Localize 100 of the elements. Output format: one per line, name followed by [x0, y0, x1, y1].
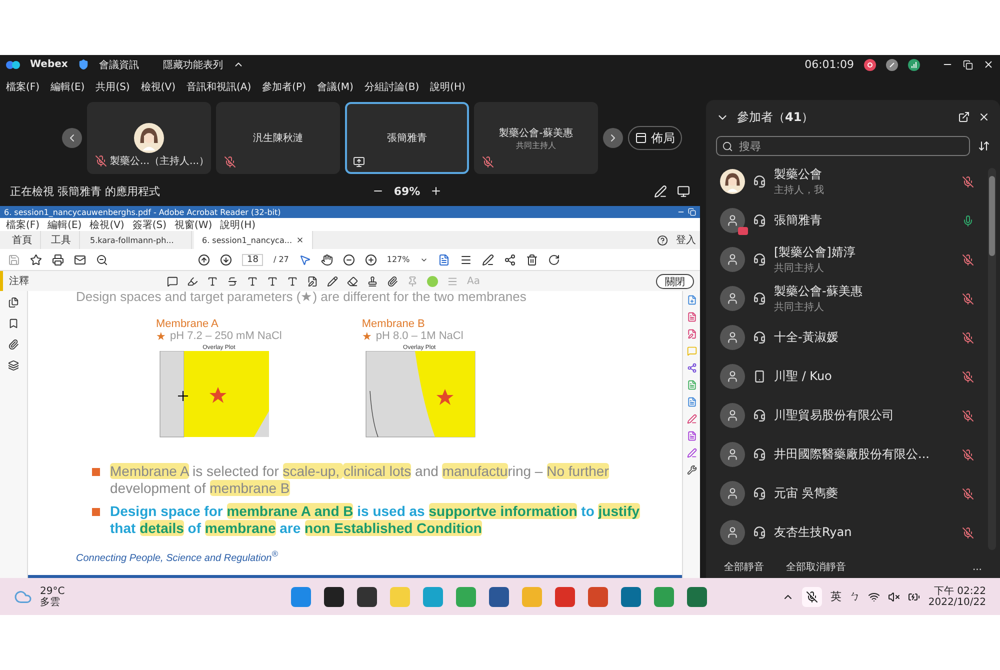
participant-row[interactable]: 井田國際醫藥廠股份有限公...	[706, 435, 988, 474]
close-button[interactable]: 關閉	[656, 274, 694, 288]
pop-out-icon[interactable]	[958, 111, 970, 123]
tool-icon[interactable]	[686, 295, 696, 305]
clock-date[interactable]: 2022/10/22	[928, 596, 986, 608]
menu-item[interactable]: 會議(M)	[317, 80, 354, 94]
text-box-icon[interactable]	[307, 276, 318, 286]
tool-icon[interactable]	[686, 448, 696, 458]
hand-icon[interactable]	[320, 254, 333, 266]
participant-row[interactable]: 元宙 吳雋夔	[706, 474, 988, 513]
clock-time[interactable]: 下午 02:22	[934, 586, 986, 596]
page-fit-icon[interactable]	[438, 254, 450, 266]
zoom-out-icon[interactable]	[96, 254, 108, 266]
muted-mic-icon[interactable]	[962, 332, 974, 344]
sticky-note-icon[interactable]	[167, 276, 178, 286]
muted-mic-icon[interactable]	[962, 176, 974, 188]
restore-icon[interactable]	[963, 60, 973, 70]
participant-row[interactable]: 張簡雅青	[706, 201, 988, 240]
meeting-info-button[interactable]: 會議資訊	[98, 58, 139, 72]
share-icon[interactable]	[504, 254, 516, 266]
video-tile[interactable]: 製藥公...（主持人...）	[87, 102, 211, 174]
app-icon[interactable]	[356, 586, 377, 606]
layers-icon[interactable]	[8, 360, 19, 371]
layout-button[interactable]: 佈局	[628, 126, 682, 150]
muted-mic-icon[interactable]	[962, 254, 974, 266]
hide-menu-button[interactable]: 隱藏功能表列	[162, 58, 223, 72]
menu-item[interactable]: 分組討論(B)	[364, 80, 420, 94]
bookmark-icon[interactable]	[8, 318, 19, 329]
menu-item[interactable]: 說明(H)	[220, 218, 256, 232]
muted-mic-icon[interactable]	[962, 292, 974, 304]
mute-all-button[interactable]: 全部靜音	[724, 560, 764, 574]
tool-icon[interactable]	[686, 414, 696, 424]
wifi-icon[interactable]	[868, 590, 880, 602]
participant-row[interactable]: [製藥公會]婧淳 共同主持人	[706, 240, 988, 279]
tab[interactable]: 工具	[43, 231, 80, 249]
menu-item[interactable]: 簽署(S)	[132, 218, 166, 232]
menu-item[interactable]: 檢視(V)	[140, 80, 176, 94]
more-button[interactable]: ...	[972, 562, 982, 572]
sign-in-link[interactable]: 登入	[676, 233, 696, 247]
trash-icon[interactable]	[526, 254, 538, 266]
previous-page-icon[interactable]	[198, 254, 210, 266]
volume-icon[interactable]	[888, 590, 900, 602]
pencil-icon[interactable]	[327, 276, 338, 286]
tool-icon[interactable]	[686, 312, 696, 322]
menu-item[interactable]: 音訊和視訊(A)	[186, 80, 252, 94]
muted-mic-icon[interactable]	[962, 448, 974, 460]
color-swatch-icon[interactable]	[427, 276, 438, 286]
mic-icon[interactable]	[962, 214, 974, 226]
scroll-mode-icon[interactable]	[460, 254, 472, 266]
muted-mic-icon[interactable]	[962, 410, 974, 422]
participant-row[interactable]: 十全-黃淑媛	[706, 318, 988, 357]
sign-icon[interactable]	[482, 254, 494, 266]
zoom-out-icon[interactable]	[342, 254, 355, 266]
tab[interactable]: 6. session1_nancyca...	[194, 231, 313, 249]
participant-row[interactable]: 製藥公會-蘇美惠 共同主持人	[706, 279, 988, 318]
pages-icon[interactable]	[8, 297, 19, 308]
next-page-icon[interactable]	[220, 254, 232, 266]
menu-item[interactable]: 共用(S)	[96, 80, 130, 94]
eraser-icon[interactable]	[347, 276, 358, 286]
page-number-field[interactable]: 18	[242, 254, 264, 266]
tab[interactable]: 5.kara-follmann-ph...	[82, 231, 192, 249]
menu-item[interactable]: 說明(H)	[430, 80, 466, 94]
muted-mic-icon[interactable]	[962, 370, 974, 382]
menu-item[interactable]: 編輯(E)	[50, 80, 85, 94]
menu-item[interactable]: 檔案(F)	[6, 218, 40, 232]
tool-icon[interactable]	[686, 431, 696, 441]
unmute-all-button[interactable]: 全部取消靜音	[786, 560, 846, 574]
menu-item[interactable]: 檢視(V)	[90, 218, 124, 232]
tab[interactable]: 首頁	[4, 231, 41, 249]
participant-row[interactable]: 友杏生技Ryan	[706, 513, 988, 552]
monitor-icon[interactable]	[677, 184, 690, 198]
input-language[interactable]: 英	[830, 589, 842, 604]
print-icon[interactable]	[52, 254, 64, 266]
text-icon[interactable]	[207, 276, 218, 286]
star-icon[interactable]	[30, 254, 42, 266]
help-icon[interactable]	[657, 234, 668, 246]
sort-icon[interactable]	[978, 140, 990, 152]
add-text-icon[interactable]	[287, 276, 298, 286]
replace-text-icon[interactable]	[247, 276, 258, 286]
close-icon[interactable]	[978, 111, 990, 123]
video-tile[interactable]: 張簡雅青	[345, 102, 469, 174]
menu-item[interactable]: 編輯(E)	[48, 218, 82, 232]
input-mode[interactable]: ㄅ	[849, 589, 860, 604]
zoom-in-icon[interactable]	[364, 254, 377, 266]
video-tile[interactable]: 製藥公會-蘇美惠 共同主持人	[474, 102, 598, 174]
next-button[interactable]	[603, 128, 623, 148]
video-tile[interactable]: 汎生陳秋漣	[216, 102, 340, 174]
app-icon[interactable]	[324, 586, 344, 606]
microphone-button[interactable]	[802, 586, 822, 606]
wrench-icon[interactable]	[686, 465, 696, 475]
zoom-in-icon[interactable]	[430, 185, 442, 197]
attach-icon[interactable]	[387, 276, 398, 286]
close-tab-icon[interactable]	[296, 236, 304, 244]
menu-item[interactable]: 檔案(F)	[6, 80, 40, 94]
menu-item[interactable]: 參加者(P)	[262, 80, 306, 94]
muted-mic-icon[interactable]	[962, 526, 974, 538]
strikethrough-icon[interactable]	[227, 276, 238, 286]
annotate-icon[interactable]	[654, 184, 667, 198]
tool-icon[interactable]	[686, 380, 696, 390]
app-icon[interactable]	[488, 586, 509, 606]
